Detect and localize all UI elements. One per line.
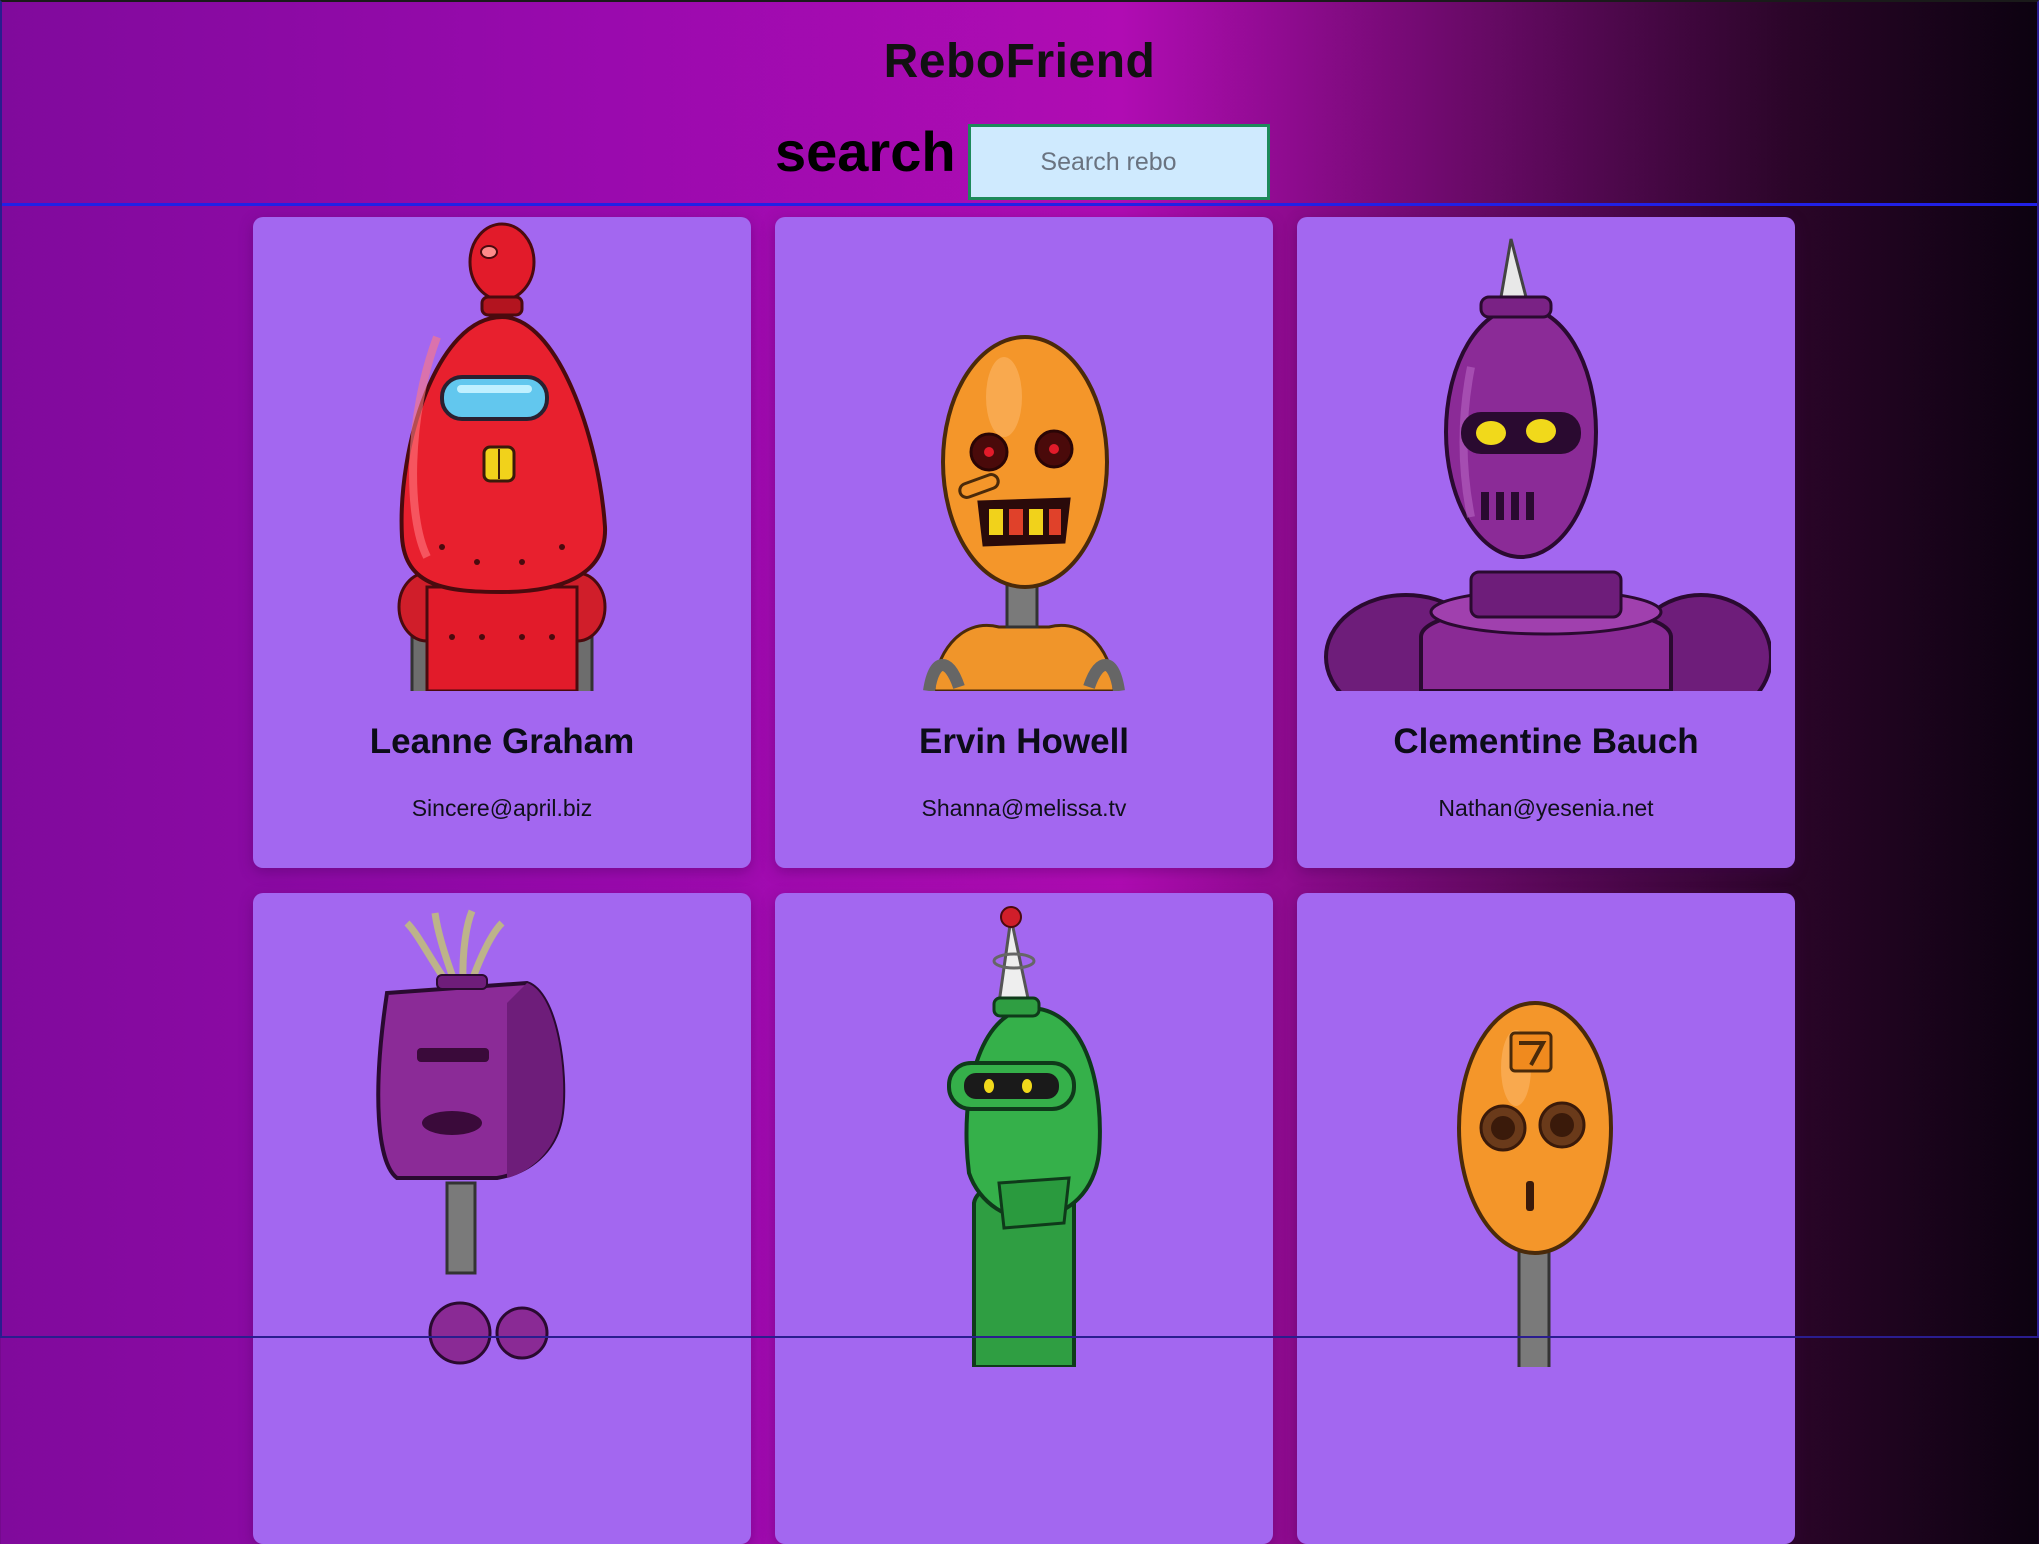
robot-name: Clementine Bauch — [1393, 722, 1699, 761]
robot-card[interactable] — [253, 893, 751, 1544]
app-header: ReboFriend search — [0, 0, 2039, 205]
robot-card[interactable]: Leanne Graham Sincere@april.biz — [253, 217, 751, 868]
orange-seven-robot-avatar — [1297, 893, 1795, 1367]
robot-name: Leanne Graham — [369, 722, 635, 761]
purple-robot-avatar — [1297, 217, 1795, 691]
search-input[interactable] — [968, 124, 1270, 200]
robot-name: Ervin Howell — [918, 722, 1130, 761]
robot-card[interactable] — [1297, 893, 1795, 1544]
robot-card[interactable] — [775, 893, 1273, 1544]
header-divider — [0, 203, 2039, 206]
red-robot-avatar — [253, 217, 751, 691]
robot-card[interactable]: Ervin Howell Shanna@melissa.tv — [775, 217, 1273, 868]
search-label: search — [775, 120, 956, 183]
robot-email: Shanna@melissa.tv — [921, 795, 1127, 821]
robot-card[interactable]: Clementine Bauch Nathan@yesenia.net — [1297, 217, 1795, 868]
robot-email: Sincere@april.biz — [411, 795, 593, 821]
app-title: ReboFriend — [883, 35, 1156, 88]
purple-box-robot-avatar — [253, 893, 751, 1367]
green-robot-avatar — [775, 893, 1273, 1367]
orange-robot-avatar — [775, 217, 1273, 691]
robot-email: Nathan@yesenia.net — [1438, 795, 1654, 821]
